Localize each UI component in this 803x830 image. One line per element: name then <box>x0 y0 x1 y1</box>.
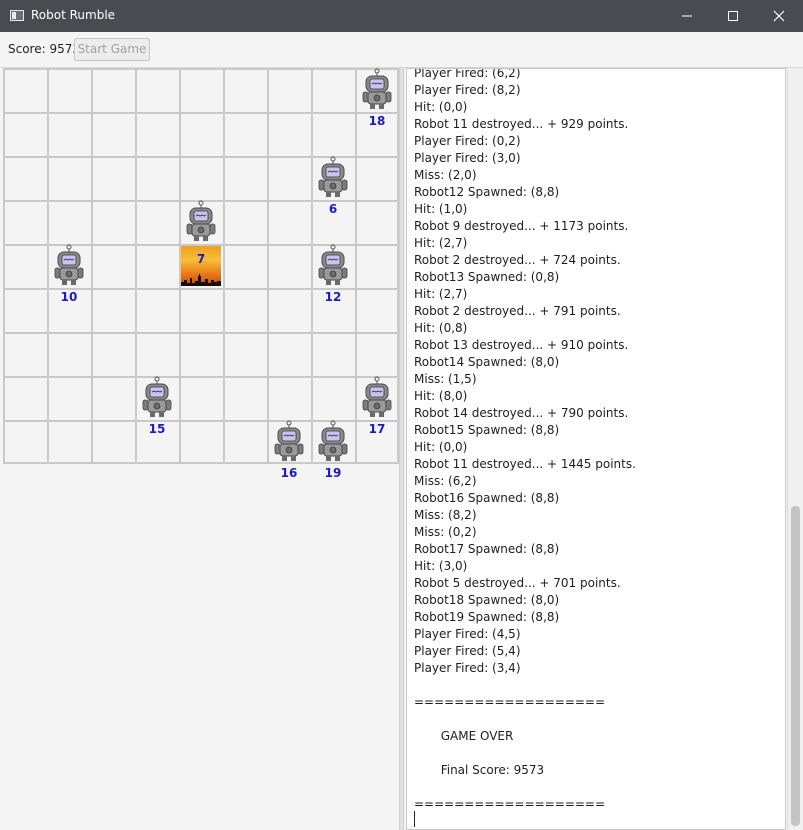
log-line: =================== <box>414 797 606 811</box>
log-scrollbar[interactable] <box>787 68 803 830</box>
log-line: Player Fired: (8,2) <box>414 83 521 97</box>
robot-number: 17 <box>368 422 386 436</box>
robot-icon <box>318 156 348 197</box>
log-line: Hit: (3,0) <box>414 559 468 573</box>
log-line: Hit: (1,0) <box>414 202 468 216</box>
robot-number: 18 <box>368 114 386 128</box>
log-line: Robot13 Spawned: (0,8) <box>414 270 560 284</box>
text-caret <box>414 811 415 827</box>
grid-line-vertical <box>3 68 5 464</box>
robot-15[interactable]: 15 <box>135 376 179 436</box>
log-line: Hit: (0,8) <box>414 321 468 335</box>
robot-number: 12 <box>324 290 342 304</box>
maximize-button[interactable] <box>710 0 756 32</box>
log-line: Robot17 Spawned: (8,8) <box>414 542 560 556</box>
log-line: Robot 11 destroyed... + 929 points. <box>414 117 629 131</box>
log-line: Robot 9 destroyed... + 1173 points. <box>414 219 629 233</box>
log-line: Robot 11 destroyed... + 1445 points. <box>414 457 636 471</box>
log-line: Robot18 Spawned: (8,0) <box>414 593 560 607</box>
log-line: Player Fired: (5,4) <box>414 644 521 658</box>
close-button[interactable] <box>756 0 802 32</box>
robot-icon <box>186 200 216 241</box>
log-line: Miss: (0,2) <box>414 525 477 539</box>
robot-icon <box>362 68 392 109</box>
grid-line-vertical <box>223 68 225 464</box>
close-icon <box>773 10 785 22</box>
robot-number: 10 <box>60 290 78 304</box>
game-log[interactable]: Player Fired: (6,2) Player Fired: (8,2) Hi… <box>406 68 786 830</box>
robot-icon <box>142 376 172 417</box>
app-icon <box>10 10 24 21</box>
log-line: Robot15 Spawned: (8,8) <box>414 423 560 437</box>
grid-line-horizontal <box>3 112 399 114</box>
log-line: Player Fired: (3,4) <box>414 661 521 675</box>
log-line: Robot19 Spawned: (8,8) <box>414 610 560 624</box>
grid-line-horizontal <box>3 376 399 378</box>
robot-6[interactable]: 6 <box>311 156 355 216</box>
log-line: Robot12 Spawned: (8,8) <box>414 185 560 199</box>
robot-number: 15 <box>148 422 166 436</box>
log-line: Hit: (0,0) <box>414 440 468 454</box>
robot-number: 6 <box>328 202 338 216</box>
minimize-icon <box>682 15 692 17</box>
robot-icon <box>318 244 348 285</box>
game-board[interactable]: 18 6 10 12 15 17 16 19 7 <box>3 68 399 480</box>
log-line: Player Fired: (3,0) <box>414 151 521 165</box>
robot-16[interactable]: 16 <box>267 420 311 480</box>
city-skyline-icon <box>181 274 221 286</box>
log-line: Final Score: 9573 <box>414 763 545 777</box>
grid-line-vertical <box>267 68 269 464</box>
log-line: =================== <box>414 695 606 709</box>
robot-7[interactable] <box>179 200 223 244</box>
robot-10[interactable]: 10 <box>47 244 91 304</box>
score-label: Score: 9573 <box>8 42 81 56</box>
split-divider[interactable] <box>399 68 404 830</box>
log-line: Hit: (2,7) <box>414 287 468 301</box>
window-title: Robot Rumble <box>31 8 116 22</box>
log-text: Player Fired: (6,2) Player Fired: (8,2) Hi… <box>414 68 774 813</box>
log-line: Miss: (2,0) <box>414 168 477 182</box>
log-line: Miss: (8,2) <box>414 508 477 522</box>
log-line: Robot 14 destroyed... + 790 points. <box>414 406 629 420</box>
log-line: Player Fired: (4,5) <box>414 627 521 641</box>
robot-number: 19 <box>324 466 342 480</box>
robot-icon <box>362 376 392 417</box>
robot-icon <box>54 244 84 285</box>
log-line: Player Fired: (6,2) <box>414 68 521 80</box>
scroll-thumb[interactable] <box>791 506 800 826</box>
log-line: Robot16 Spawned: (8,8) <box>414 491 560 505</box>
start-game-button[interactable]: Start Game <box>74 38 150 61</box>
robot-12[interactable]: 12 <box>311 244 355 304</box>
log-line: Hit: (8,0) <box>414 389 468 403</box>
grid-line-horizontal <box>3 68 399 70</box>
log-line: Robot 13 destroyed... + 910 points. <box>414 338 629 352</box>
log-line: Robot 2 destroyed... + 791 points. <box>414 304 621 318</box>
log-line: Robot14 Spawned: (8,0) <box>414 355 560 369</box>
robot-17[interactable]: 17 <box>355 376 399 436</box>
robot-18[interactable]: 18 <box>355 68 399 128</box>
log-line: Player Fired: (0,2) <box>414 134 521 148</box>
robot-19[interactable]: 19 <box>311 420 355 480</box>
robot-icon <box>274 420 304 461</box>
minimize-button[interactable] <box>664 0 710 32</box>
explosion-cell[interactable]: 7 <box>181 246 221 286</box>
log-line: GAME OVER <box>414 729 514 743</box>
log-line: Hit: (2,7) <box>414 236 468 250</box>
grid-line-vertical <box>91 68 93 464</box>
log-line: Robot 5 destroyed... + 701 points. <box>414 576 621 590</box>
log-line: Hit: (0,0) <box>414 100 468 114</box>
grid-line-horizontal <box>3 332 399 334</box>
log-line: Miss: (6,2) <box>414 474 477 488</box>
robot-icon <box>318 420 348 461</box>
title-bar: Robot Rumble <box>0 0 803 32</box>
maximize-icon <box>728 11 738 21</box>
robot-number: 16 <box>280 466 298 480</box>
explosion-robot-number: 7 <box>196 252 206 266</box>
log-line: Miss: (1,5) <box>414 372 477 386</box>
log-line: Robot 2 destroyed... + 724 points. <box>414 253 621 267</box>
